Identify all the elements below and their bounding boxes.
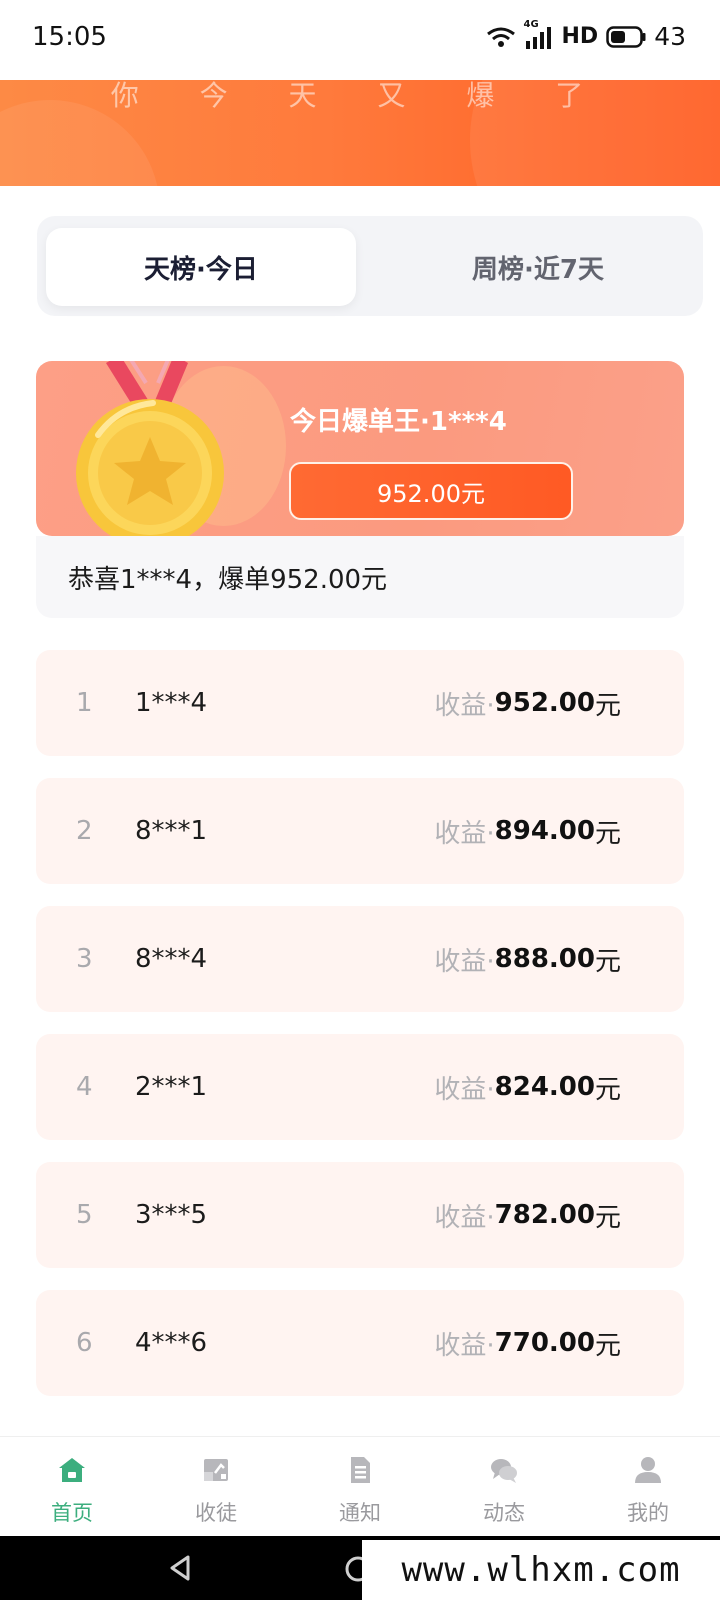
congrats-message: 恭喜1***4，爆单952.00元 (36, 536, 684, 618)
rank-earning: 收益· 824.00 元 (434, 1034, 621, 1140)
earning-value: 770.00 (494, 1328, 595, 1358)
earning-unit: 元 (594, 1074, 621, 1105)
nav-home[interactable]: 首页 (0, 1437, 144, 1537)
watermark: www.wlhxm.com (362, 1540, 720, 1600)
rank-number: 5 (76, 1200, 93, 1230)
rank-user: 3***5 (135, 1200, 208, 1230)
leaderboard-content: 天榜·今日 周榜·近7天 今日爆单王·1***4 952.00元 恭喜1***4… (0, 186, 720, 1436)
tab-daily[interactable]: 天榜·今日 (46, 228, 356, 306)
bottom-nav: 首页 收徒 通知 动态 我的 (0, 1436, 720, 1537)
banner-text: 你 今 天 又 爆 了 (110, 80, 610, 112)
rank-user: 4***6 (135, 1328, 208, 1358)
rank-row[interactable]: 2 8***1 收益· 894.00 元 (36, 778, 684, 884)
nav-label: 首页 (51, 1501, 93, 1525)
earning-label: 收益· (434, 1074, 495, 1105)
nav-label: 收徒 (195, 1501, 237, 1525)
rank-row[interactable]: 6 4***6 收益· 770.00 元 (36, 1290, 684, 1396)
rank-row[interactable]: 5 3***5 收益· 782.00 元 (36, 1162, 684, 1268)
earning-label: 收益· (434, 690, 495, 721)
rank-earning: 收益· 782.00 元 (434, 1162, 621, 1268)
earning-value: 952.00 (494, 688, 595, 718)
rank-user: 2***1 (135, 1072, 208, 1102)
earning-unit: 元 (594, 1202, 621, 1233)
rank-earning: 收益· 952.00 元 (434, 650, 621, 756)
hd-badge: HD (561, 24, 599, 49)
earning-value: 888.00 (494, 944, 595, 974)
apprentice-icon (201, 1455, 231, 1485)
battery-level: 43 (654, 22, 686, 51)
rank-user: 8***1 (135, 816, 208, 846)
document-icon (345, 1455, 375, 1485)
status-bar: 15:05 4G HD 43 (0, 0, 720, 80)
tab-weekly[interactable]: 周榜·近7天 (383, 228, 693, 306)
rank-earning: 收益· 770.00 元 (434, 1290, 621, 1396)
battery-icon (606, 25, 646, 48)
earning-unit: 元 (594, 1330, 621, 1361)
earning-label: 收益· (434, 946, 495, 977)
user-icon (633, 1455, 663, 1485)
champion-title: 今日爆单王·1***4 (290, 407, 507, 437)
earning-unit: 元 (594, 690, 621, 721)
rank-number: 4 (76, 1072, 93, 1102)
chat-icon (489, 1455, 519, 1485)
rank-earning: 收益· 888.00 元 (434, 906, 621, 1012)
earning-value: 782.00 (494, 1200, 595, 1230)
signal-icon: 4G (524, 19, 554, 49)
status-time: 15:05 (32, 22, 107, 52)
earning-label: 收益· (434, 1330, 495, 1361)
nav-label: 通知 (339, 1501, 381, 1525)
champion-card: 今日爆单王·1***4 952.00元 (36, 361, 684, 536)
status-icons: 4G HD 43 (486, 19, 686, 51)
rank-user: 8***4 (135, 944, 208, 974)
rank-row[interactable]: 1 1***4 收益· 952.00 元 (36, 650, 684, 756)
nav-label: 动态 (483, 1501, 525, 1525)
leaderboard-tabs: 天榜·今日 周榜·近7天 (37, 216, 703, 316)
champion-amount: 952.00元 (289, 462, 573, 520)
header-banner: 你 今 天 又 爆 了 (0, 80, 720, 186)
rank-row[interactable]: 3 8***4 收益· 888.00 元 (36, 906, 684, 1012)
rank-number: 1 (76, 688, 93, 718)
network-type: 4G (523, 18, 539, 30)
rank-user: 1***4 (135, 688, 208, 718)
rank-earning: 收益· 894.00 元 (434, 778, 621, 884)
rank-number: 2 (76, 816, 93, 846)
nav-profile[interactable]: 我的 (576, 1437, 720, 1537)
nav-notifications[interactable]: 通知 (288, 1437, 432, 1537)
nav-apprentice[interactable]: 收徒 (144, 1437, 288, 1537)
earning-label: 收益· (434, 818, 495, 849)
earning-unit: 元 (594, 818, 621, 849)
home-icon (57, 1455, 87, 1485)
earning-value: 824.00 (494, 1072, 595, 1102)
nav-label: 我的 (627, 1501, 669, 1525)
medal-icon (58, 361, 248, 536)
nav-activity[interactable]: 动态 (432, 1437, 576, 1537)
rank-number: 6 (76, 1328, 93, 1358)
wifi-icon (486, 26, 516, 48)
earning-unit: 元 (594, 946, 621, 977)
rank-number: 3 (76, 944, 93, 974)
earning-label: 收益· (434, 1202, 495, 1233)
rank-row[interactable]: 4 2***1 收益· 824.00 元 (36, 1034, 684, 1140)
back-icon[interactable] (166, 1553, 196, 1587)
earning-value: 894.00 (494, 816, 595, 846)
